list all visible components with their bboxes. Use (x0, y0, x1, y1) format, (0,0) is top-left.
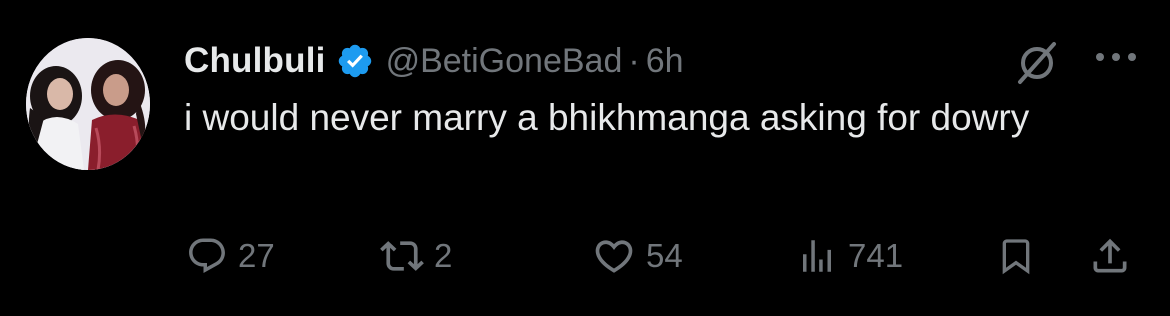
share-icon (1093, 238, 1127, 273)
bookmark-button[interactable] (996, 228, 1036, 284)
verified-badge-icon[interactable] (336, 42, 374, 80)
author-handle[interactable]: @BetiGoneBad (386, 42, 623, 81)
tweet[interactable]: Chulbuli @BetiGoneBad · 6h i would never… (0, 0, 1170, 316)
grok-icon[interactable] (1014, 40, 1060, 86)
avatar[interactable] (26, 38, 150, 170)
repost-button[interactable]: 2 (380, 228, 452, 284)
reply-icon (189, 238, 225, 273)
repost-icon (380, 241, 424, 271)
reply-button[interactable]: 27 (186, 228, 275, 284)
like-count: 54 (646, 237, 683, 274)
timestamp[interactable]: 6h (646, 42, 684, 81)
separator-dot: · (628, 41, 640, 80)
display-name[interactable]: Chulbuli (184, 41, 326, 81)
tweet-text: i would never marry a bhikhmanga asking … (184, 97, 1030, 138)
share-button[interactable] (1088, 228, 1132, 284)
analytics-icon (803, 240, 831, 272)
heart-icon (595, 240, 633, 273)
more-options-icon[interactable] (1090, 50, 1142, 64)
like-button[interactable]: 54 (592, 228, 683, 284)
views-button[interactable]: 741 (796, 228, 903, 284)
bookmark-icon (1002, 239, 1030, 275)
tweet-header: Chulbuli @BetiGoneBad · 6h (184, 36, 684, 86)
reply-count: 27 (238, 237, 275, 274)
views-count: 741 (848, 237, 904, 274)
action-bar: 27 2 54 741 (0, 228, 1170, 284)
repost-count: 2 (434, 237, 453, 274)
